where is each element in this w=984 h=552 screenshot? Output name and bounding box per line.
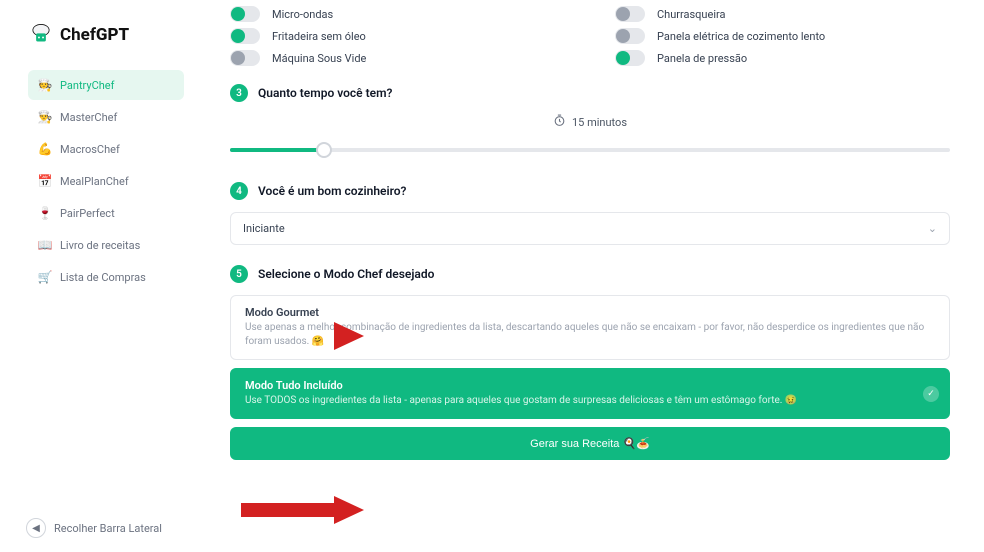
tool-microwave: Micro-ondas xyxy=(230,6,565,22)
muscle-icon: 💪 xyxy=(38,142,52,156)
logo: ChefGPT xyxy=(28,22,184,48)
tool-airfryer: Fritadeira sem óleo xyxy=(230,28,565,44)
sidebar-item-macroschef[interactable]: 💪 MacrosChef xyxy=(28,134,184,164)
step-badge: 5 xyxy=(230,265,248,283)
tool-pressurecooker: Panela de pressão xyxy=(615,50,950,66)
sidebar-item-label: PairPerfect xyxy=(60,207,115,220)
mode-title: Modo Gourmet xyxy=(245,306,935,319)
tool-label: Máquina Sous Vide xyxy=(272,52,366,65)
step-time: 3 Quanto tempo você tem? 15 minutos xyxy=(230,84,950,160)
calendar-icon: 📅 xyxy=(38,174,52,188)
toggle-pressurecooker[interactable] xyxy=(615,50,645,66)
time-slider[interactable] xyxy=(230,140,950,160)
step-skill: 4 Você é um bom cozinheiro? Iniciante ⌄ xyxy=(230,182,950,245)
logo-text: ChefGPT xyxy=(60,25,129,45)
step-badge: 4 xyxy=(230,182,248,200)
sidebar-item-label: MacrosChef xyxy=(60,143,120,156)
check-icon: ✓ xyxy=(923,386,939,402)
skill-select[interactable]: Iniciante ⌄ xyxy=(230,212,950,245)
step-badge: 3 xyxy=(230,84,248,102)
time-display: 15 minutos xyxy=(230,114,950,130)
wine-icon: 🍷 xyxy=(38,206,52,220)
time-value: 15 minutos xyxy=(572,116,627,129)
mode-gourmet[interactable]: Modo Gourmet Use apenas a melhor combina… xyxy=(230,295,950,360)
sidebar-item-mealplanchef[interactable]: 📅 MealPlanChef xyxy=(28,166,184,196)
section-title: Você é um bom cozinheiro? xyxy=(258,184,406,198)
main-content: Micro-ondas Churrasqueira Fritadeira sem… xyxy=(200,0,984,552)
sidebar-item-pairperfect[interactable]: 🍷 PairPerfect xyxy=(28,198,184,228)
sidebar-item-shoppinglist[interactable]: 🛒 Lista de Compras xyxy=(28,262,184,292)
chevron-down-icon: ⌄ xyxy=(928,222,937,235)
timer-icon xyxy=(553,114,566,130)
cart-icon: 🛒 xyxy=(38,270,52,284)
tool-label: Micro-ondas xyxy=(272,8,333,21)
tool-label: Panela elétrica de cozimento lento xyxy=(657,30,825,43)
chef-icon: 👨‍🍳 xyxy=(38,110,52,124)
tools-grid: Micro-ondas Churrasqueira Fritadeira sem… xyxy=(230,6,950,66)
tool-slowcooker: Panela elétrica de cozimento lento xyxy=(615,28,950,44)
sidebar-item-label: Livro de receitas xyxy=(60,239,140,252)
tool-label: Panela de pressão xyxy=(657,52,747,65)
section-title: Quanto tempo você tem? xyxy=(258,86,392,100)
tool-sousvide: Máquina Sous Vide xyxy=(230,50,565,66)
step-mode: 5 Selecione o Modo Chef desejado Modo Go… xyxy=(230,265,950,460)
mode-all-included[interactable]: Modo Tudo Incluído Use TODOS os ingredie… xyxy=(230,368,950,419)
tool-label: Churrasqueira xyxy=(657,8,726,21)
sidebar-item-label: MealPlanChef xyxy=(60,175,129,188)
sidebar-item-masterchef[interactable]: 👨‍🍳 MasterChef xyxy=(28,102,184,132)
sidebar-item-label: MasterChef xyxy=(60,111,117,124)
book-icon: 📖 xyxy=(38,238,52,252)
generate-button[interactable]: Gerar sua Receita 🍳🍝 xyxy=(230,427,950,460)
tool-label: Fritadeira sem óleo xyxy=(272,30,366,43)
mode-desc: Use apenas a melhor combinação de ingred… xyxy=(245,321,935,349)
toggle-slowcooker[interactable] xyxy=(615,28,645,44)
slider-thumb[interactable] xyxy=(316,142,332,158)
toggle-microwave[interactable] xyxy=(230,6,260,22)
toggle-sousvide[interactable] xyxy=(230,50,260,66)
sidebar-item-label: Lista de Compras xyxy=(60,271,146,284)
mode-desc: Use TODOS os ingredientes da lista - ape… xyxy=(245,394,935,408)
toggle-airfryer[interactable] xyxy=(230,28,260,44)
select-value: Iniciante xyxy=(243,222,285,235)
sidebar-nav: 🧑‍🍳 PantryChef 👨‍🍳 MasterChef 💪 MacrosCh… xyxy=(28,70,184,292)
sidebar-item-label: PantryChef xyxy=(60,79,114,92)
collapse-sidebar-button[interactable]: ◀ Recolher Barra Lateral xyxy=(26,518,162,538)
mode-title: Modo Tudo Incluído xyxy=(245,379,935,392)
collapse-icon: ◀ xyxy=(26,518,46,538)
section-title: Selecione o Modo Chef desejado xyxy=(258,267,434,281)
toggle-grill[interactable] xyxy=(615,6,645,22)
chef-icon: 🧑‍🍳 xyxy=(38,78,52,92)
tool-grill: Churrasqueira xyxy=(615,6,950,22)
sidebar-item-recipebook[interactable]: 📖 Livro de receitas xyxy=(28,230,184,260)
sidebar: ChefGPT 🧑‍🍳 PantryChef 👨‍🍳 MasterChef 💪 … xyxy=(0,0,200,552)
logo-icon xyxy=(28,22,54,48)
sidebar-item-pantrychef[interactable]: 🧑‍🍳 PantryChef xyxy=(28,70,184,100)
collapse-label: Recolher Barra Lateral xyxy=(54,522,162,535)
